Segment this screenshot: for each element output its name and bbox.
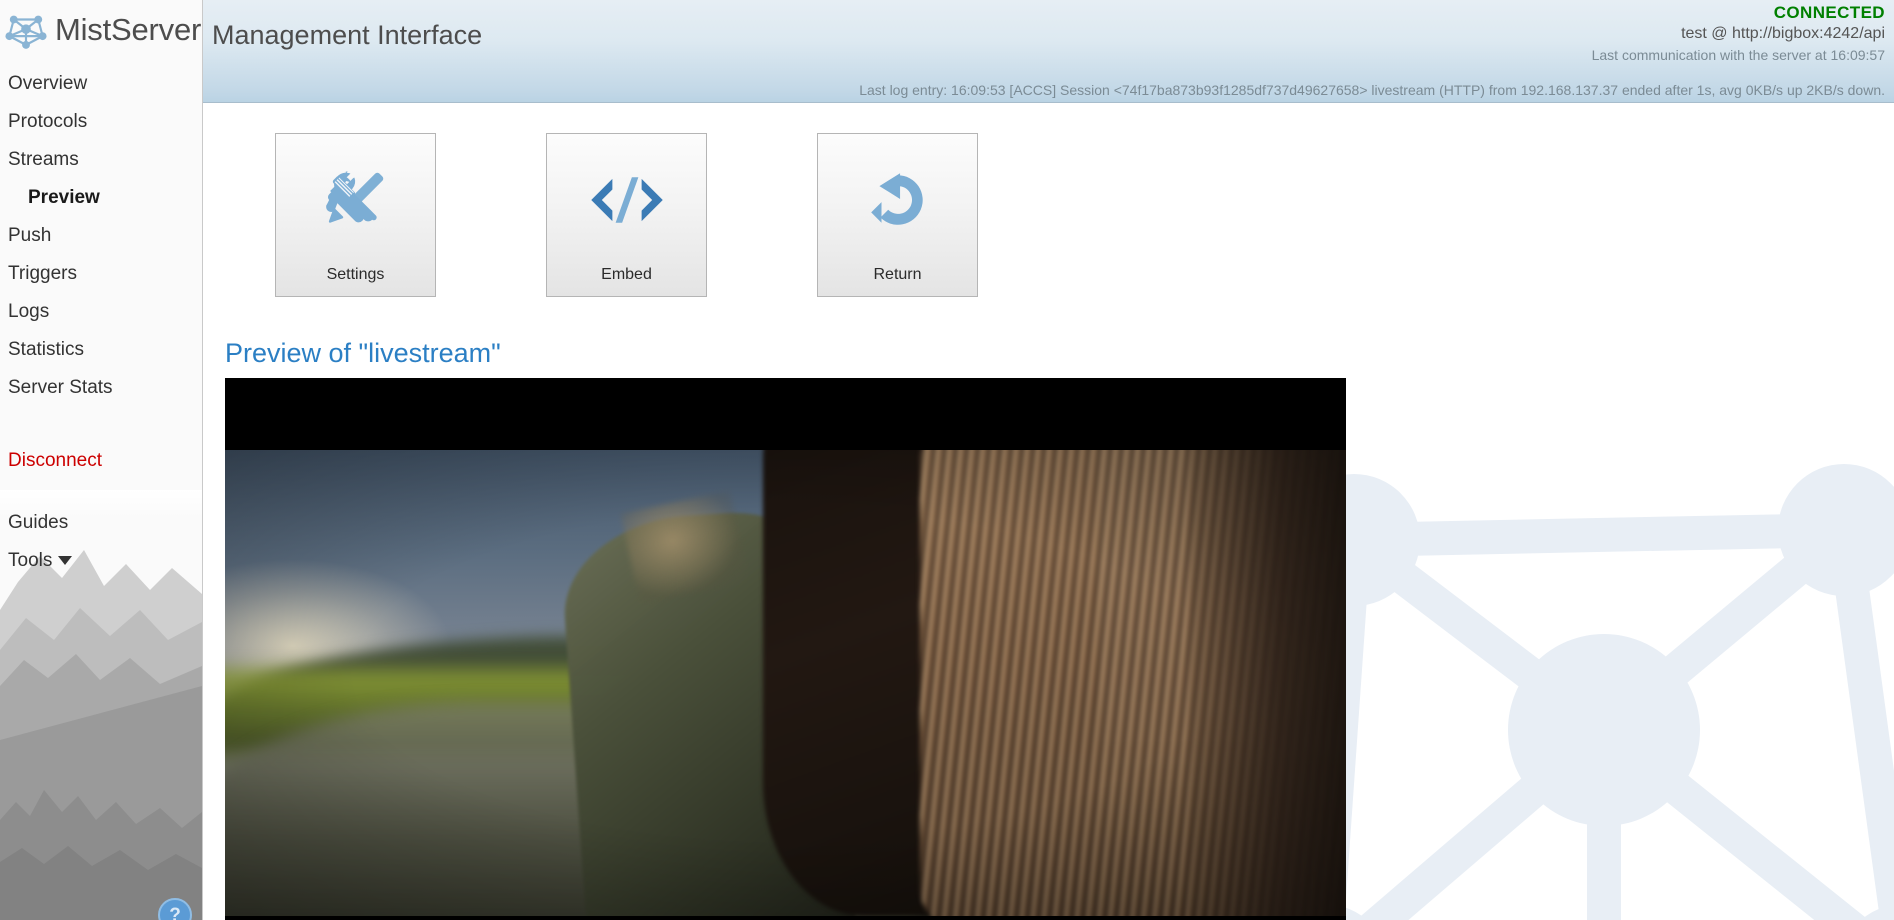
brand-name: MistServer	[55, 12, 202, 47]
api-endpoint-label: test @ http://bigbox:4242/api	[1681, 25, 1885, 42]
action-button-row: Settings Embed Return	[203, 104, 1894, 297]
sidebar-item-statistics[interactable]: Statistics	[0, 331, 202, 369]
return-button[interactable]: Return	[817, 133, 978, 297]
wrench-screwdriver-icon	[276, 134, 435, 266]
mistserver-management-interface: MistServer Overview Protocols Streams Pr…	[0, 0, 1894, 920]
chevron-down-icon	[58, 556, 73, 566]
video-vignette	[225, 450, 1346, 916]
page-header: Management Interface CONNECTED test @ ht…	[203, 0, 1894, 103]
settings-button[interactable]: Settings	[275, 133, 436, 297]
video-letterbox-bottom	[225, 916, 1346, 920]
nav-divider-spacer	[0, 407, 202, 442]
connection-info: CONNECTED test @ http://bigbox:4242/api …	[1592, 3, 1885, 65]
embed-button[interactable]: Embed	[546, 133, 707, 297]
sidebar-item-streams[interactable]: Streams	[0, 141, 202, 179]
sidebar-item-triggers[interactable]: Triggers	[0, 255, 202, 293]
sidebar-item-tools[interactable]: Tools	[0, 542, 202, 580]
sidebar-item-server-stats[interactable]: Server Stats	[0, 369, 202, 407]
sidebar-item-logs[interactable]: Logs	[0, 293, 202, 331]
sidebar-item-push[interactable]: Push	[0, 217, 202, 255]
nav-divider-spacer-2	[0, 480, 202, 504]
connection-status-badge: CONNECTED	[1773, 3, 1885, 22]
undo-arrow-icon	[818, 134, 977, 266]
return-button-label: Return	[873, 266, 922, 283]
code-brackets-icon	[547, 134, 706, 266]
sidebar-item-tools-label: Tools	[8, 550, 53, 571]
brand-logo[interactable]: MistServer	[0, 0, 202, 60]
sidebar-item-protocols[interactable]: Protocols	[0, 103, 202, 141]
sidebar-item-guides[interactable]: Guides	[0, 504, 202, 542]
main-content: Settings Embed Return Preview of "livest…	[203, 104, 1894, 920]
preview-heading: Preview of "livestream"	[225, 338, 501, 368]
settings-button-label: Settings	[326, 266, 385, 283]
sidebar-item-disconnect[interactable]: Disconnect	[0, 442, 202, 480]
video-player[interactable]	[225, 378, 1346, 920]
last-communication-label: Last communication with the server at 16…	[1591, 47, 1885, 63]
network-nodes-icon	[5, 15, 47, 49]
video-letterbox-top	[225, 378, 1346, 450]
page-title: Management Interface	[212, 20, 483, 50]
sidebar-item-preview[interactable]: Preview	[0, 179, 202, 217]
last-log-entry: Last log entry: 16:09:53 [ACCS] Session …	[859, 82, 1885, 98]
help-badge[interactable]: ?	[158, 898, 192, 920]
sidebar-nav: Overview Protocols Streams Preview Push …	[0, 60, 202, 580]
embed-button-label: Embed	[601, 266, 652, 283]
video-frame	[225, 450, 1346, 916]
sidebar: MistServer Overview Protocols Streams Pr…	[0, 0, 203, 920]
sidebar-item-overview[interactable]: Overview	[0, 65, 202, 103]
